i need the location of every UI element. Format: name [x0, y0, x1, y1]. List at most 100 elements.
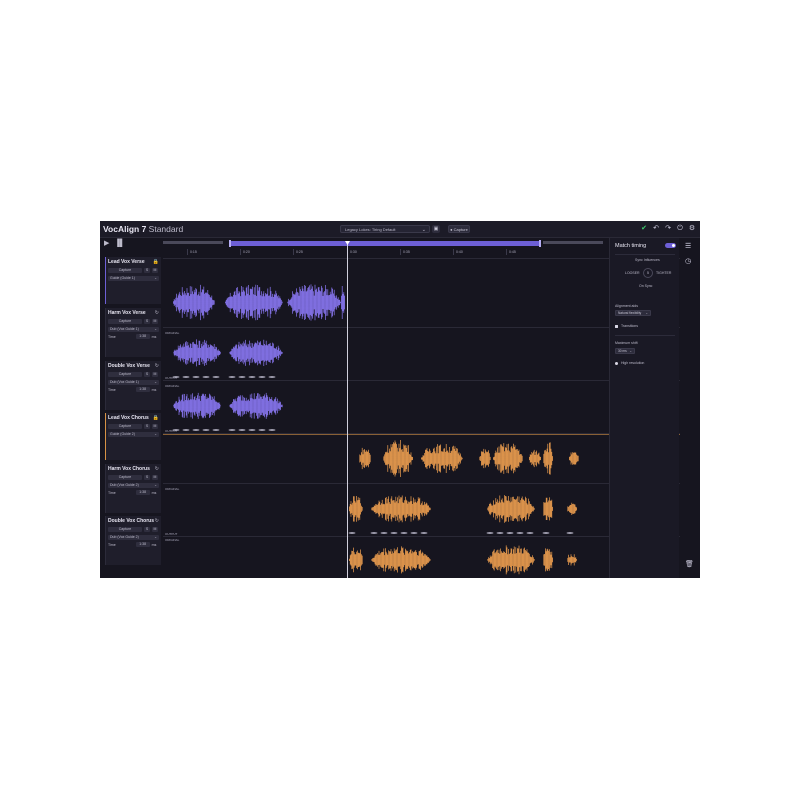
- solo-button[interactable]: S: [144, 527, 150, 532]
- time-field[interactable]: 1:38: [135, 542, 150, 547]
- save-preset-button[interactable]: ▣: [432, 224, 440, 233]
- capture-row: Capture S M: [108, 372, 159, 377]
- track-capture-button[interactable]: Capture: [108, 475, 142, 480]
- high-resolution-radio[interactable]: [615, 362, 618, 365]
- track-name: Harm Vox Verse: [108, 310, 146, 316]
- chevron-down-icon: ⌄: [154, 380, 157, 384]
- output-marker: [248, 376, 256, 378]
- visible-range-bar[interactable]: [229, 240, 541, 247]
- high-resolution-label: High resolution: [621, 361, 645, 365]
- assignment-row: Dub (Vox Guide 2) ⌄: [108, 535, 159, 540]
- assignment-dropdown[interactable]: Dub (Vox Guide 1) ⌄: [108, 327, 159, 332]
- sync-icon[interactable]: ↻: [155, 518, 159, 524]
- waveform-path: [173, 392, 283, 419]
- solo-button[interactable]: S: [144, 424, 150, 429]
- track-header[interactable]: Harm Vox Verse ↻ Capture S M Dub (Vox Guide 1…: [105, 308, 161, 357]
- track-capture-button[interactable]: Capture: [108, 424, 142, 429]
- track-capture-button[interactable]: Capture: [108, 527, 142, 532]
- match-timing-panel: Match timing Sync Influences LOOSER 5 TI…: [609, 238, 679, 578]
- mute-button[interactable]: M: [152, 424, 158, 429]
- output-marker: [496, 532, 504, 534]
- solo-button[interactable]: S: [144, 268, 150, 273]
- time-label: Time: [108, 542, 116, 547]
- sync-knob[interactable]: 5: [643, 268, 653, 278]
- track-capture-button[interactable]: Capture: [108, 319, 142, 324]
- track-header[interactable]: Lead Vox Verse 🔒 Capture S M Guide (Guide 1) ⌄: [105, 257, 161, 304]
- sync-icon[interactable]: ↻: [155, 363, 159, 369]
- output-marker: [202, 376, 210, 378]
- output-marker: [192, 376, 200, 378]
- undo-icon[interactable]: ↶: [652, 224, 660, 233]
- track-capture-button[interactable]: Capture: [108, 372, 142, 377]
- lock-icon[interactable]: 🔒: [153, 259, 159, 265]
- redo-icon[interactable]: ↷: [664, 224, 672, 233]
- time-unit: ms: [151, 387, 157, 392]
- tick-label: 0:45: [506, 249, 516, 255]
- solo-button[interactable]: S: [144, 319, 150, 324]
- assignment-dropdown[interactable]: Guide (Guide 2) ⌄: [108, 432, 159, 437]
- sync-icon[interactable]: ↻: [155, 466, 159, 472]
- mute-button[interactable]: M: [152, 475, 158, 480]
- assignment-row: Dub (Vox Guide 1) ⌄: [108, 327, 159, 332]
- output-marker: [526, 532, 534, 534]
- track-header[interactable]: Harm Vox Chorus ↻ Capture S M Dub (Vox Guide …: [105, 464, 161, 513]
- tick-label: 0:40: [453, 249, 463, 255]
- range-end-handle[interactable]: [539, 240, 541, 247]
- track-capture-button[interactable]: Capture: [108, 268, 142, 273]
- match-timing-toggle[interactable]: [665, 243, 676, 248]
- mute-button[interactable]: M: [152, 268, 158, 273]
- clock-icon[interactable]: ◷: [685, 257, 691, 265]
- chevron-down-icon: ⌄: [154, 483, 157, 487]
- solo-button[interactable]: S: [144, 475, 150, 480]
- time-row: Time 1:38 ms: [108, 334, 159, 339]
- output-marker: [348, 532, 356, 534]
- chevron-down-icon: ⌄: [154, 327, 157, 331]
- preset-dropdown[interactable]: Legacy Lokes: Tiring Default ⌄: [340, 224, 430, 233]
- chevron-down-icon: ⌄: [154, 432, 157, 436]
- waveform-path: [173, 284, 345, 321]
- time-field[interactable]: 1:38: [135, 387, 150, 392]
- output-marker: [268, 429, 276, 431]
- check-icon[interactable]: ✔: [640, 224, 648, 233]
- tick-label: 0:35: [400, 249, 410, 255]
- time-label: Time: [108, 490, 116, 495]
- assignment-dropdown[interactable]: Dub (Vox Guide 2) ⌄: [108, 483, 159, 488]
- time-field[interactable]: 1:38: [135, 490, 150, 495]
- assignment-dropdown[interactable]: Dub (Vox Guide 2) ⌄: [108, 535, 159, 540]
- output-marker: [228, 376, 236, 378]
- vocalign-window: VocAlign 7 Standard Legacy Lokes: Tiring…: [100, 221, 700, 578]
- settings-icon[interactable]: ⚙: [688, 224, 696, 233]
- alignment-select[interactable]: Natural flexibility ⌄: [615, 310, 651, 316]
- output-marker: [420, 532, 428, 534]
- waveform-path: [173, 339, 283, 367]
- mute-button[interactable]: M: [152, 319, 158, 324]
- track-header[interactable]: Lead Vox Chorus 🔒 Capture S M Guide (Guide 2)…: [105, 413, 161, 460]
- sync-icon[interactable]: ↻: [155, 310, 159, 316]
- power-icon[interactable]: ⏻: [676, 224, 684, 233]
- play-icon[interactable]: ▶: [104, 239, 109, 247]
- output-marker: [258, 376, 266, 378]
- solo-button[interactable]: S: [144, 372, 150, 377]
- lock-icon[interactable]: 🔒: [153, 415, 159, 421]
- output-marker: [370, 532, 378, 534]
- range-start-handle[interactable]: [229, 240, 231, 247]
- max-shift-select[interactable]: 30 ms ⌄: [615, 348, 635, 354]
- playhead[interactable]: [347, 243, 348, 578]
- mute-button[interactable]: M: [152, 527, 158, 532]
- time-field[interactable]: 1:38: [135, 334, 150, 339]
- output-marker: [212, 376, 220, 378]
- track-header[interactable]: Double Vox Verse ↻ Capture S M Dub (Vox Guide…: [105, 361, 161, 410]
- assignment-dropdown[interactable]: Guide (Guide 1) ⌄: [108, 276, 159, 281]
- output-marker: [268, 376, 276, 378]
- transitions-checkbox[interactable]: [615, 325, 618, 328]
- tick-label: 0:20: [240, 249, 250, 255]
- meter-icon[interactable]: ▐▌: [115, 240, 125, 247]
- track-header[interactable]: Double Vox Chorus ↻ Capture S M Dub (Vox Guid…: [105, 516, 161, 565]
- trash-icon[interactable]: 🗑: [685, 560, 694, 568]
- track-name: Lead Vox Verse: [108, 259, 145, 265]
- list-icon[interactable]: ☰: [685, 242, 691, 250]
- mute-button[interactable]: M: [152, 372, 158, 377]
- assignment-dropdown[interactable]: Dub (Vox Guide 1) ⌄: [108, 380, 159, 385]
- output-marker: [238, 376, 246, 378]
- capture-button[interactable]: ● Capture: [448, 224, 470, 233]
